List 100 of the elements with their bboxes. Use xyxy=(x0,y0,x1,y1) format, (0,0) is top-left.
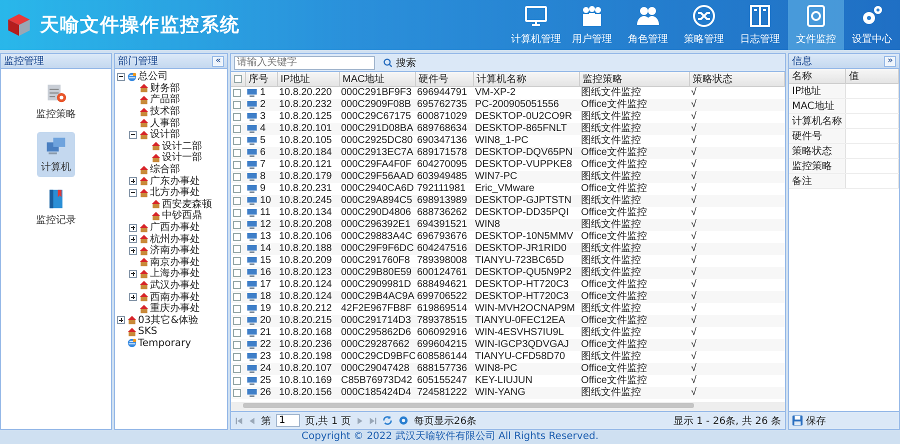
expand-toggle[interactable] xyxy=(129,235,137,244)
expand-toggle[interactable] xyxy=(129,270,137,278)
table-cell: TIANYU-0FEC12EA xyxy=(475,315,566,326)
nav-tab[interactable]: 设置中心 xyxy=(844,0,900,50)
tree-item[interactable]: 中钞西鼎 xyxy=(162,210,202,222)
tree-item[interactable]: 设计一部 xyxy=(162,152,202,164)
tree-item[interactable]: 综合部 xyxy=(150,164,180,176)
row-checkbox[interactable] xyxy=(233,100,241,108)
column-header[interactable]: 监控策略 xyxy=(579,72,689,86)
tree-item[interactable]: 西南办事处 xyxy=(150,292,200,303)
table-cell: 688736262 xyxy=(417,207,468,218)
row-checkbox[interactable] xyxy=(233,160,241,168)
nav-tab[interactable]: 计算机管理 xyxy=(508,0,564,50)
gear-icon[interactable] xyxy=(398,415,409,426)
tree-item[interactable]: 人事部 xyxy=(150,118,180,129)
row-checkbox[interactable] xyxy=(233,292,241,300)
row-checkbox[interactable] xyxy=(233,208,241,216)
first-page-icon[interactable] xyxy=(235,416,243,424)
table-cell: Office文件监控 xyxy=(581,99,647,110)
expand-toggle[interactable] xyxy=(129,246,137,255)
expand-toggle[interactable] xyxy=(129,224,137,232)
select-all-checkbox[interactable] xyxy=(234,75,242,83)
tree-item[interactable]: 南京办事处 xyxy=(150,256,200,268)
row-checkbox[interactable] xyxy=(233,112,241,120)
row-checkbox[interactable] xyxy=(233,340,241,348)
module-item[interactable]: 计算机 xyxy=(37,132,75,177)
tree-item[interactable]: 总公司 xyxy=(138,71,168,82)
column-header[interactable]: IP地址 xyxy=(277,72,339,86)
table-cell: DESKTOP-JR1RID0 xyxy=(475,243,567,254)
tree-item[interactable]: 产品部 xyxy=(150,94,180,106)
table-cell: √ xyxy=(691,387,696,398)
row-checkbox[interactable] xyxy=(233,376,241,384)
row-checkbox[interactable] xyxy=(233,184,241,192)
row-checkbox[interactable] xyxy=(233,352,241,360)
row-checkbox[interactable] xyxy=(233,304,241,312)
last-page-icon[interactable] xyxy=(368,416,377,424)
module-item[interactable]: 监控策略 xyxy=(32,79,80,124)
row-checkbox[interactable] xyxy=(233,316,241,324)
row-checkbox[interactable] xyxy=(233,124,241,132)
expand-toggle[interactable] xyxy=(129,188,137,197)
expand-toggle[interactable] xyxy=(117,316,125,324)
tree-item[interactable]: 北方办事处 xyxy=(150,187,200,198)
row-checkbox[interactable] xyxy=(233,244,241,252)
column-header[interactable]: 序号 xyxy=(245,72,277,86)
tree-item[interactable]: 济南办事处 xyxy=(150,245,200,256)
record-summary: 显示 1 - 26条, 共 26 条 xyxy=(673,414,781,428)
module-item[interactable]: 监控记录 xyxy=(32,185,80,230)
tree-item[interactable]: 设计二部 xyxy=(162,140,202,152)
search-field[interactable]: 请输入关键字 xyxy=(234,56,375,70)
previous-page-icon[interactable] xyxy=(248,416,256,424)
row-checkbox[interactable] xyxy=(233,388,241,396)
house-icon xyxy=(151,152,161,163)
tree-item[interactable]: 西安麦森顿 xyxy=(162,198,212,210)
tree-item[interactable]: 技术部 xyxy=(150,106,180,118)
refresh-icon[interactable] xyxy=(382,415,393,426)
tree-item[interactable]: 财务部 xyxy=(150,82,180,94)
expand-toggle[interactable] xyxy=(129,177,137,186)
page-field[interactable]: 1 xyxy=(276,414,300,427)
table-cell: √ xyxy=(691,327,696,338)
row-checkbox[interactable] xyxy=(233,328,241,336)
row-checkbox[interactable] xyxy=(233,88,241,97)
row-checkbox[interactable] xyxy=(233,232,241,240)
row-checkbox[interactable] xyxy=(233,196,241,204)
tree-item[interactable]: Temporary xyxy=(138,338,192,349)
row-checkbox[interactable] xyxy=(233,268,241,276)
collapse-button[interactable]: « xyxy=(212,56,224,66)
tree-item[interactable]: 杭州办事处 xyxy=(150,234,200,245)
row-checkbox[interactable] xyxy=(233,148,241,156)
cube-logo-icon xyxy=(6,12,32,38)
tree-item[interactable]: 广东办事处 xyxy=(150,176,200,187)
row-checkbox[interactable] xyxy=(233,364,241,372)
next-page-icon[interactable] xyxy=(356,416,364,424)
row-checkbox[interactable] xyxy=(233,280,241,288)
nav-tab[interactable]: 用户管理 xyxy=(564,0,620,50)
expand-toggle[interactable] xyxy=(117,72,125,81)
nav-tab[interactable]: 角色管理 xyxy=(620,0,676,50)
row-checkbox[interactable] xyxy=(233,220,241,228)
tree-item[interactable]: 广西办事处 xyxy=(150,222,200,234)
tree-item[interactable]: 03其它&体验 xyxy=(138,314,199,326)
horizontal-scrollbar[interactable] xyxy=(231,402,785,411)
column-header[interactable]: 硬件号 xyxy=(415,72,473,86)
column-header[interactable]: 计算机名称 xyxy=(473,72,579,86)
expand-toggle[interactable] xyxy=(129,130,137,139)
tree-item[interactable]: SKS xyxy=(138,326,158,338)
column-header[interactable]: 策略状态 xyxy=(689,72,784,86)
column-header[interactable]: MAC地址 xyxy=(339,72,415,86)
tree-item[interactable]: 设计部 xyxy=(150,129,180,140)
row-checkbox[interactable] xyxy=(233,256,241,264)
tree-item[interactable]: 重庆办事处 xyxy=(150,303,200,314)
nav-tab[interactable]: 策略管理 xyxy=(676,0,732,50)
expand-toggle[interactable] xyxy=(129,293,137,302)
nav-tab[interactable]: 日志管理 xyxy=(732,0,788,50)
row-checkbox[interactable] xyxy=(233,136,241,144)
row-checkbox[interactable] xyxy=(233,172,241,180)
tree-item[interactable]: 上海办事处 xyxy=(150,268,200,280)
tree-item[interactable]: 武汉办事处 xyxy=(150,280,200,291)
table-cell: Office文件监控 xyxy=(581,363,647,374)
search-button[interactable]: 搜索 xyxy=(383,56,416,70)
expand-button[interactable]: » xyxy=(884,56,896,66)
table-cell: 10.8.20.123 xyxy=(279,267,332,278)
